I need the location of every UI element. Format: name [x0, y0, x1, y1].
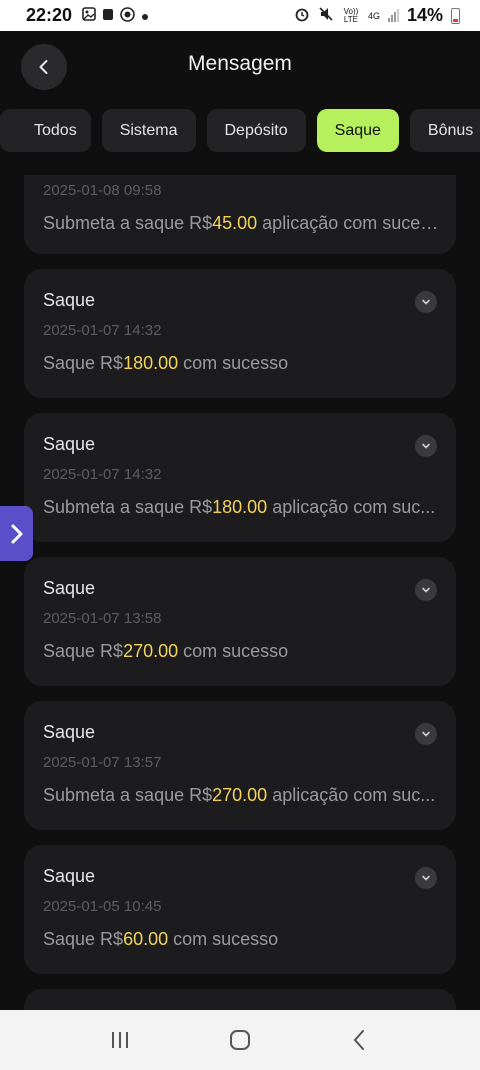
chevron-right-icon	[11, 524, 22, 543]
message-date: 2025-01-07 14:32	[43, 322, 162, 339]
message-amount: 180.00	[123, 353, 179, 373]
chevron-down-icon[interactable]	[415, 435, 437, 457]
tab-saque[interactable]: Saque	[316, 109, 399, 152]
status-bar: 22:20 Vo)) LTE 4G 14%	[0, 0, 480, 31]
status-time: 22:20	[26, 5, 73, 25]
app-bar: Mensagem	[0, 31, 480, 101]
message-title: Saque	[43, 290, 96, 310]
tab-sistema[interactable]: Sistema	[101, 109, 196, 152]
tab-todos[interactable]: Todos	[0, 109, 91, 152]
message-card[interactable]	[24, 989, 456, 1010]
lock-icon	[102, 7, 114, 24]
page-title: Mensagem	[188, 52, 292, 75]
back-icon	[353, 1030, 364, 1050]
message-date: 2025-01-05 10:45	[43, 898, 162, 915]
message-body: Saque R$270.00 com sucesso	[43, 641, 289, 661]
system-nav-bar	[0, 1010, 480, 1070]
tab-bonus[interactable]: Bônus	[409, 109, 480, 152]
message-title: Saque	[43, 434, 96, 454]
4g-icon: 4G	[367, 10, 380, 21]
back-button[interactable]	[21, 44, 67, 90]
recents-button[interactable]	[100, 1020, 140, 1060]
chevron-down-icon[interactable]	[415, 579, 437, 601]
message-card[interactable]: Saque 2025-01-07 13:58 Saque R$270.00 co…	[24, 557, 456, 686]
message-card[interactable]: Saque 2025-01-07 13:57 Submeta a saque R…	[24, 701, 456, 830]
message-amount: 45.00	[212, 213, 258, 233]
chevron-down-icon[interactable]	[415, 723, 437, 745]
message-body: Saque R$60.00 com sucesso	[43, 929, 279, 949]
battery-percent: 14%	[406, 5, 443, 25]
message-body: Submeta a saque R$270.00 aplicação com s…	[43, 785, 436, 805]
message-card[interactable]: Saque 2025-01-07 14:32 Saque R$180.00 co…	[24, 269, 456, 398]
message-amount: 270.00	[212, 785, 268, 805]
volte-icon: Vo)) LTE	[343, 6, 359, 24]
message-card[interactable]: Saque 2025-01-07 14:32 Submeta a saque R…	[24, 413, 456, 542]
dot-icon	[141, 8, 149, 24]
message-amount: 60.00	[123, 929, 169, 949]
mute-icon	[318, 6, 334, 25]
message-card[interactable]: Saque 2025-01-05 10:45 Saque R$60.00 com…	[24, 845, 456, 974]
signal-icon	[387, 9, 399, 22]
message-date: 2025-01-08 09:58	[43, 182, 162, 199]
message-date: 2025-01-07 14:32	[43, 466, 162, 483]
message-body: Submeta a saque R$180.00 aplicação com s…	[43, 497, 436, 517]
tab-deposito[interactable]: Depósito	[206, 109, 306, 152]
chevron-down-icon[interactable]	[415, 867, 437, 889]
alarm-icon	[294, 6, 310, 25]
message-title: Saque	[43, 866, 96, 886]
message-date: 2025-01-07 13:57	[43, 754, 162, 771]
message-title: Saque	[43, 578, 96, 598]
battery-icon	[451, 7, 460, 24]
chevron-down-icon[interactable]	[415, 291, 437, 313]
message-card[interactable]: 2025-01-08 09:58 Submeta a saque R$45.00…	[24, 175, 456, 254]
home-icon	[230, 1030, 250, 1050]
message-amount: 180.00	[212, 497, 268, 517]
message-amount: 270.00	[123, 641, 179, 661]
nav-back-button[interactable]	[340, 1020, 380, 1060]
message-body: Submeta a saque R$45.00 aplicação com su…	[43, 213, 439, 233]
side-drawer-handle[interactable]	[0, 506, 33, 561]
recents-icon	[112, 1032, 128, 1048]
gallery-icon	[82, 7, 96, 24]
category-tabs: Todos Sistema Depósito Saque Bônus	[0, 109, 480, 153]
home-button[interactable]	[220, 1020, 260, 1060]
message-body: Saque R$180.00 com sucesso	[43, 353, 289, 373]
shield-icon	[120, 6, 135, 25]
chevron-left-icon	[39, 60, 48, 74]
message-list[interactable]: 2025-01-08 09:58 Submeta a saque R$45.00…	[0, 175, 480, 1010]
message-date: 2025-01-07 13:58	[43, 610, 162, 627]
message-title: Saque	[43, 722, 96, 742]
